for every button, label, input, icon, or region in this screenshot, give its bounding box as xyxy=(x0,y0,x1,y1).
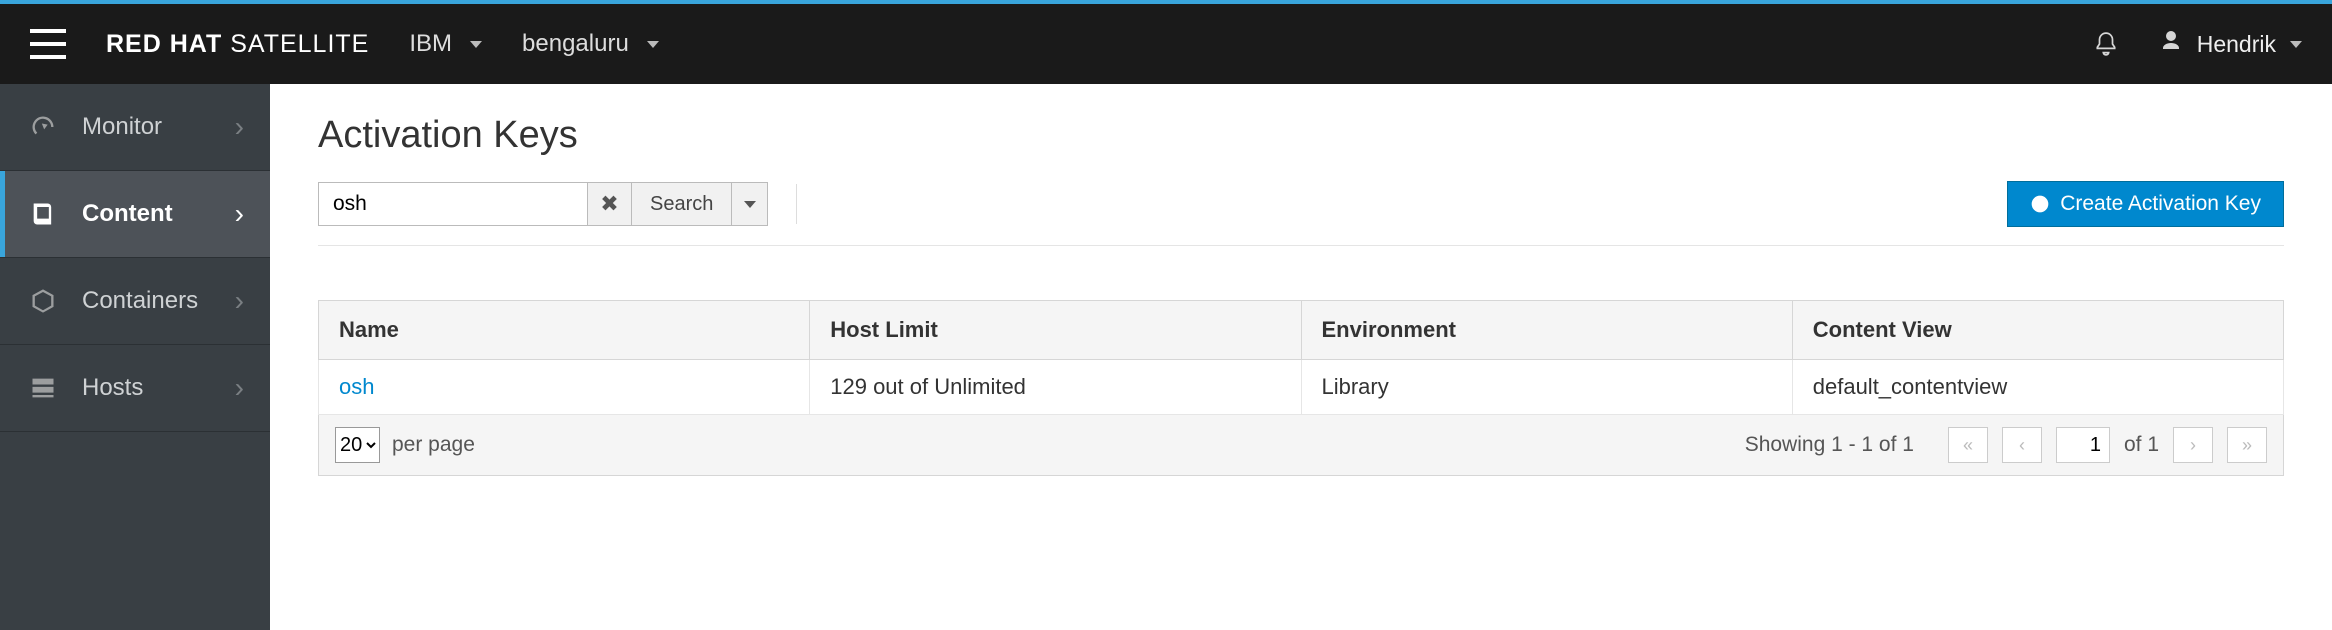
nav-label: Hosts xyxy=(82,374,235,402)
search-button[interactable]: Search xyxy=(632,182,732,226)
cell-host-limit: 129 out of Unlimited xyxy=(810,360,1301,415)
user-menu[interactable]: Hendrik xyxy=(2159,29,2302,59)
chevron-down-icon xyxy=(470,41,482,48)
col-host-limit[interactable]: Host Limit xyxy=(810,301,1301,360)
showing-text: Showing 1 - 1 of 1 xyxy=(1745,433,1914,457)
book-icon xyxy=(26,200,60,228)
cell-content-view: default_contentview xyxy=(1792,360,2283,415)
search-group: ✖ Search xyxy=(318,182,768,226)
page-title: Activation Keys xyxy=(318,114,2284,157)
location-label: bengaluru xyxy=(522,30,629,58)
caret-down-icon xyxy=(744,201,756,208)
first-page-button[interactable]: « xyxy=(1948,427,1988,463)
activation-keys-table: Name Host Limit Environment Content View… xyxy=(318,300,2284,415)
chevron-right-icon: › xyxy=(235,372,244,404)
of-label: of 1 xyxy=(2124,433,2159,457)
create-button-label: Create Activation Key xyxy=(2060,192,2261,216)
chevron-down-icon xyxy=(647,41,659,48)
table-footer: 20 per page Showing 1 - 1 of 1 « ‹ of 1 … xyxy=(318,415,2284,476)
top-header: RED HAT SATELLITE IBM bengaluru Hendrik xyxy=(0,4,2332,84)
table-row: osh 129 out of Unlimited Library default… xyxy=(319,360,2284,415)
cube-icon xyxy=(26,287,60,315)
brand-logo: RED HAT SATELLITE xyxy=(106,30,369,59)
toolbar: ✖ Search Create Activation Key xyxy=(318,181,2284,246)
page-input[interactable] xyxy=(2056,427,2110,463)
clear-search-button[interactable]: ✖ xyxy=(588,182,632,226)
server-icon xyxy=(26,374,60,402)
brand-bold: RED HAT xyxy=(106,30,222,58)
search-button-label: Search xyxy=(650,193,713,216)
org-label: IBM xyxy=(409,30,452,58)
search-dropdown-button[interactable] xyxy=(732,182,768,226)
main-content: Activation Keys ✖ Search Create Activati… xyxy=(270,84,2332,630)
cell-environment: Library xyxy=(1301,360,1792,415)
col-name[interactable]: Name xyxy=(319,301,810,360)
menu-toggle-icon[interactable] xyxy=(30,29,66,59)
col-environment[interactable]: Environment xyxy=(1301,301,1792,360)
close-icon: ✖ xyxy=(600,191,618,217)
sidebar-item-hosts[interactable]: Hosts › xyxy=(0,345,270,432)
chevron-right-icon: › xyxy=(235,285,244,317)
plus-circle-icon xyxy=(2030,194,2050,214)
nav-label: Monitor xyxy=(82,113,235,141)
sidebar-item-content[interactable]: Content › xyxy=(0,171,270,258)
per-page-label: per page xyxy=(392,433,475,457)
sidebar-item-containers[interactable]: Containers › xyxy=(0,258,270,345)
create-activation-key-button[interactable]: Create Activation Key xyxy=(2007,181,2284,227)
last-page-button[interactable]: » xyxy=(2227,427,2267,463)
sidebar: Monitor › Content › Containers › Hosts › xyxy=(0,84,270,630)
per-page-select[interactable]: 20 xyxy=(335,427,380,463)
next-page-button[interactable]: › xyxy=(2173,427,2213,463)
search-input[interactable] xyxy=(318,182,588,226)
chevron-right-icon: › xyxy=(235,198,244,230)
notifications-icon[interactable] xyxy=(2093,29,2119,59)
org-selector[interactable]: IBM xyxy=(409,30,482,58)
brand-light: SATELLITE xyxy=(222,30,369,58)
prev-page-button[interactable]: ‹ xyxy=(2002,427,2042,463)
key-name-link[interactable]: osh xyxy=(339,374,374,399)
location-selector[interactable]: bengaluru xyxy=(522,30,659,58)
col-content-view[interactable]: Content View xyxy=(1792,301,2283,360)
divider xyxy=(796,184,797,224)
nav-label: Content xyxy=(82,200,235,228)
user-name: Hendrik xyxy=(2197,31,2276,58)
chevron-down-icon xyxy=(2290,41,2302,48)
dashboard-icon xyxy=(26,113,60,141)
chevron-right-icon: › xyxy=(235,111,244,143)
sidebar-item-monitor[interactable]: Monitor › xyxy=(0,84,270,171)
nav-label: Containers xyxy=(82,287,235,315)
user-icon xyxy=(2159,29,2183,59)
table-header-row: Name Host Limit Environment Content View xyxy=(319,301,2284,360)
